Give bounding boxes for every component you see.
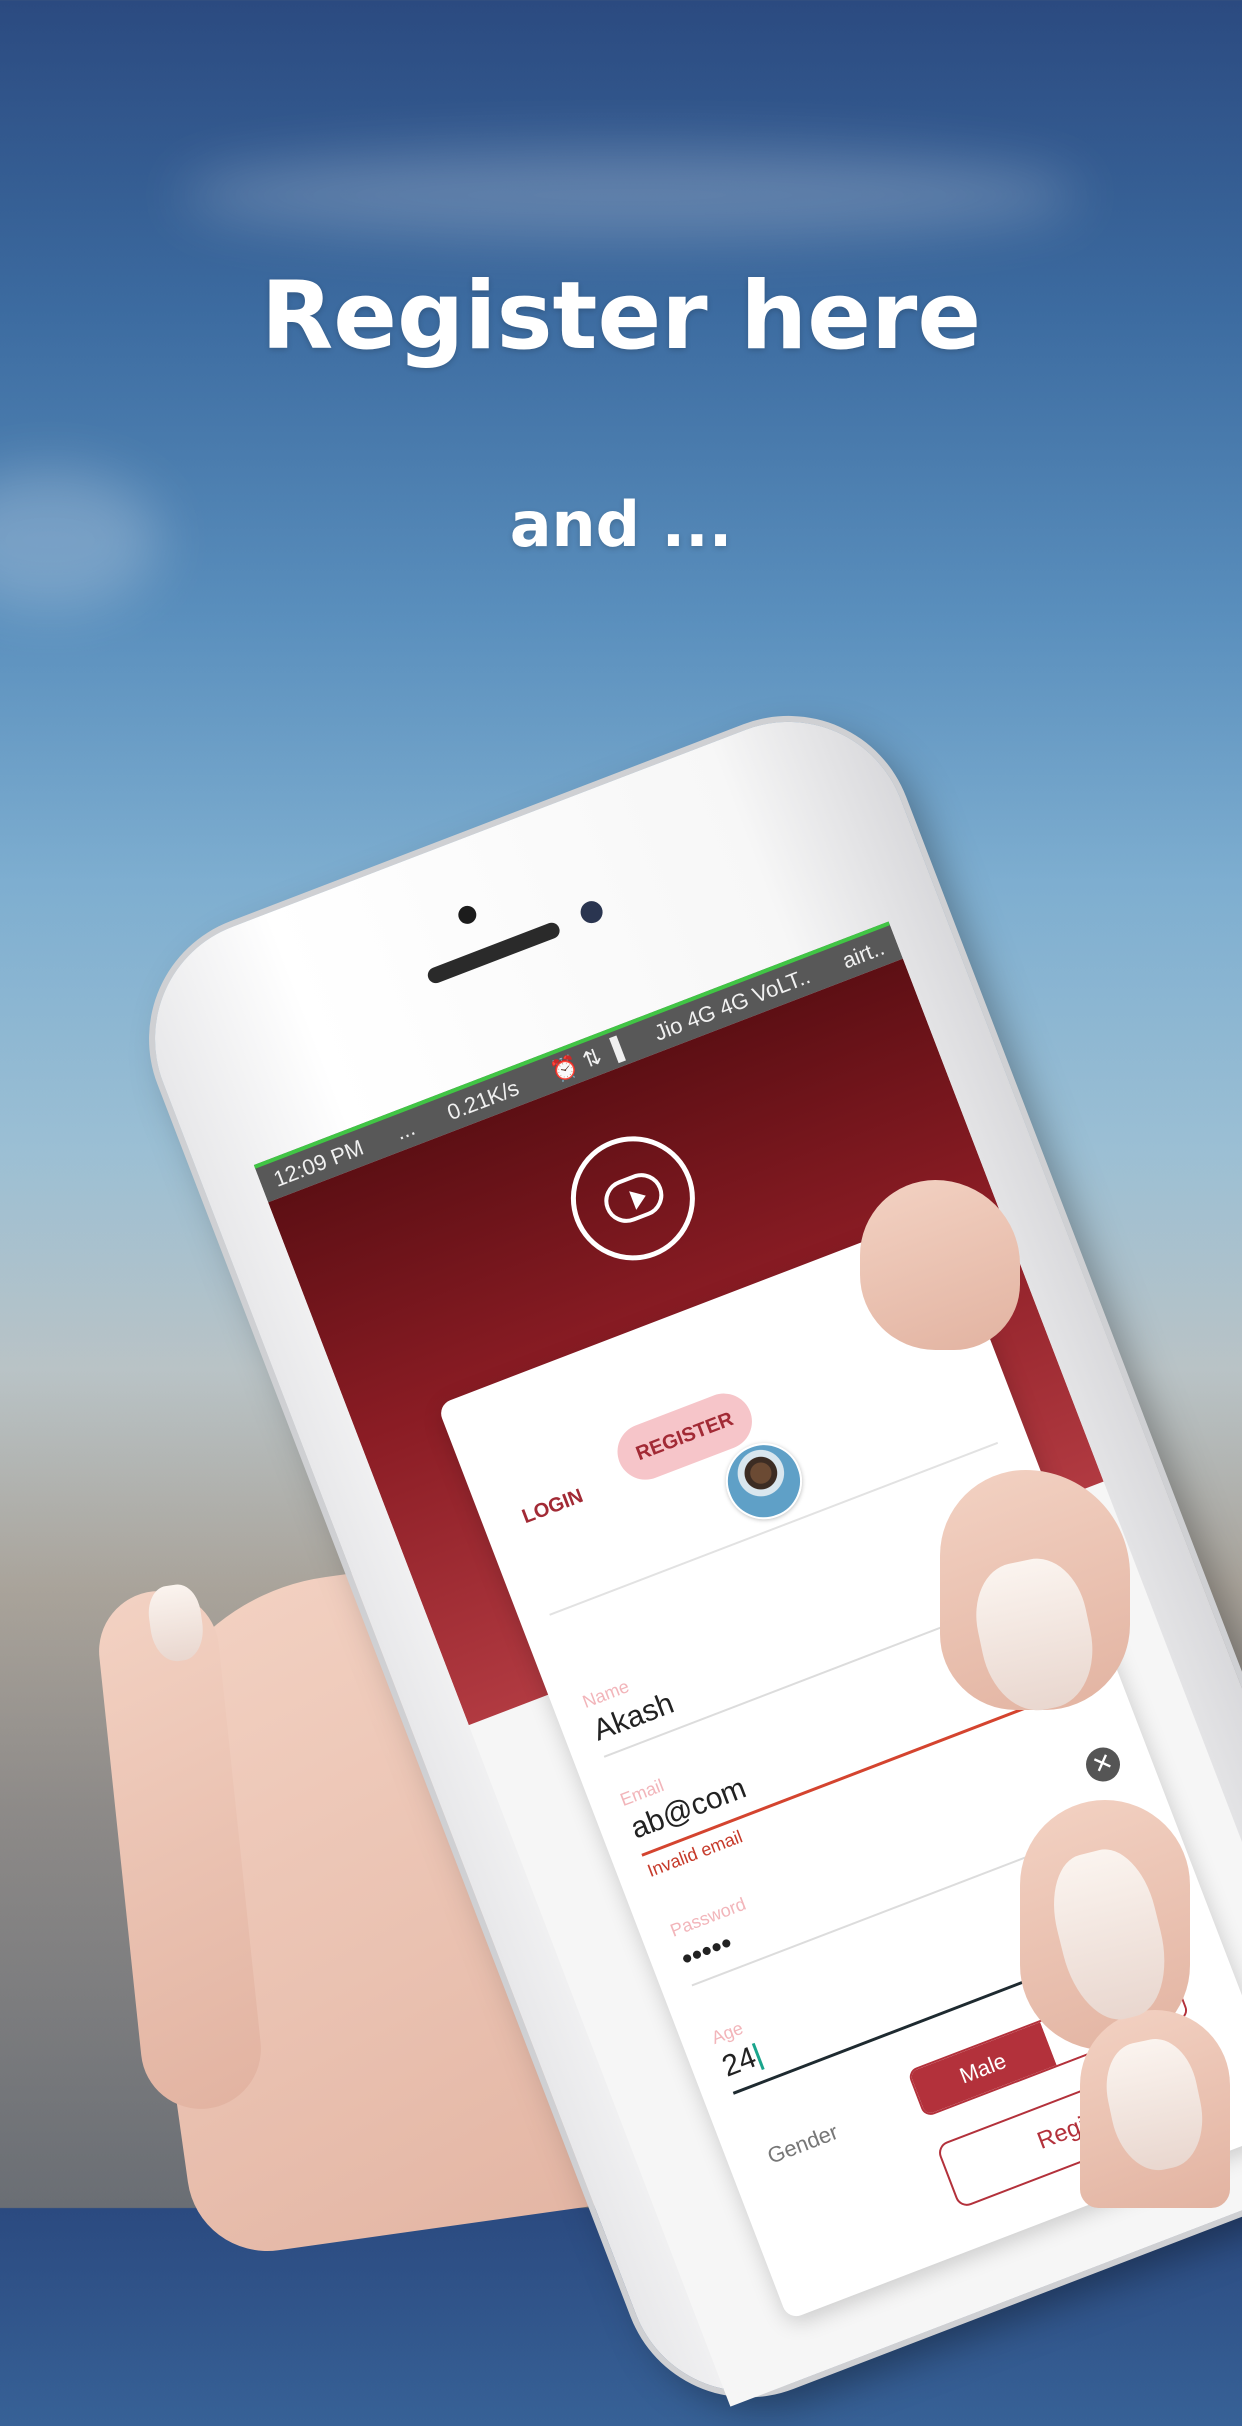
status-dots: ... <box>392 1114 419 1145</box>
gender-label: Gender <box>763 2118 842 2169</box>
gender-male-option[interactable]: Male <box>909 2022 1057 2116</box>
tab-login[interactable]: LOGIN <box>519 1485 586 1529</box>
play-icon <box>629 1186 650 1210</box>
logo-frame <box>597 1166 670 1230</box>
promo-title: Register here <box>260 262 982 371</box>
cloud <box>180 150 1080 240</box>
promo-subtitle: and ... <box>509 488 733 561</box>
hand-finger <box>860 1180 1020 1350</box>
